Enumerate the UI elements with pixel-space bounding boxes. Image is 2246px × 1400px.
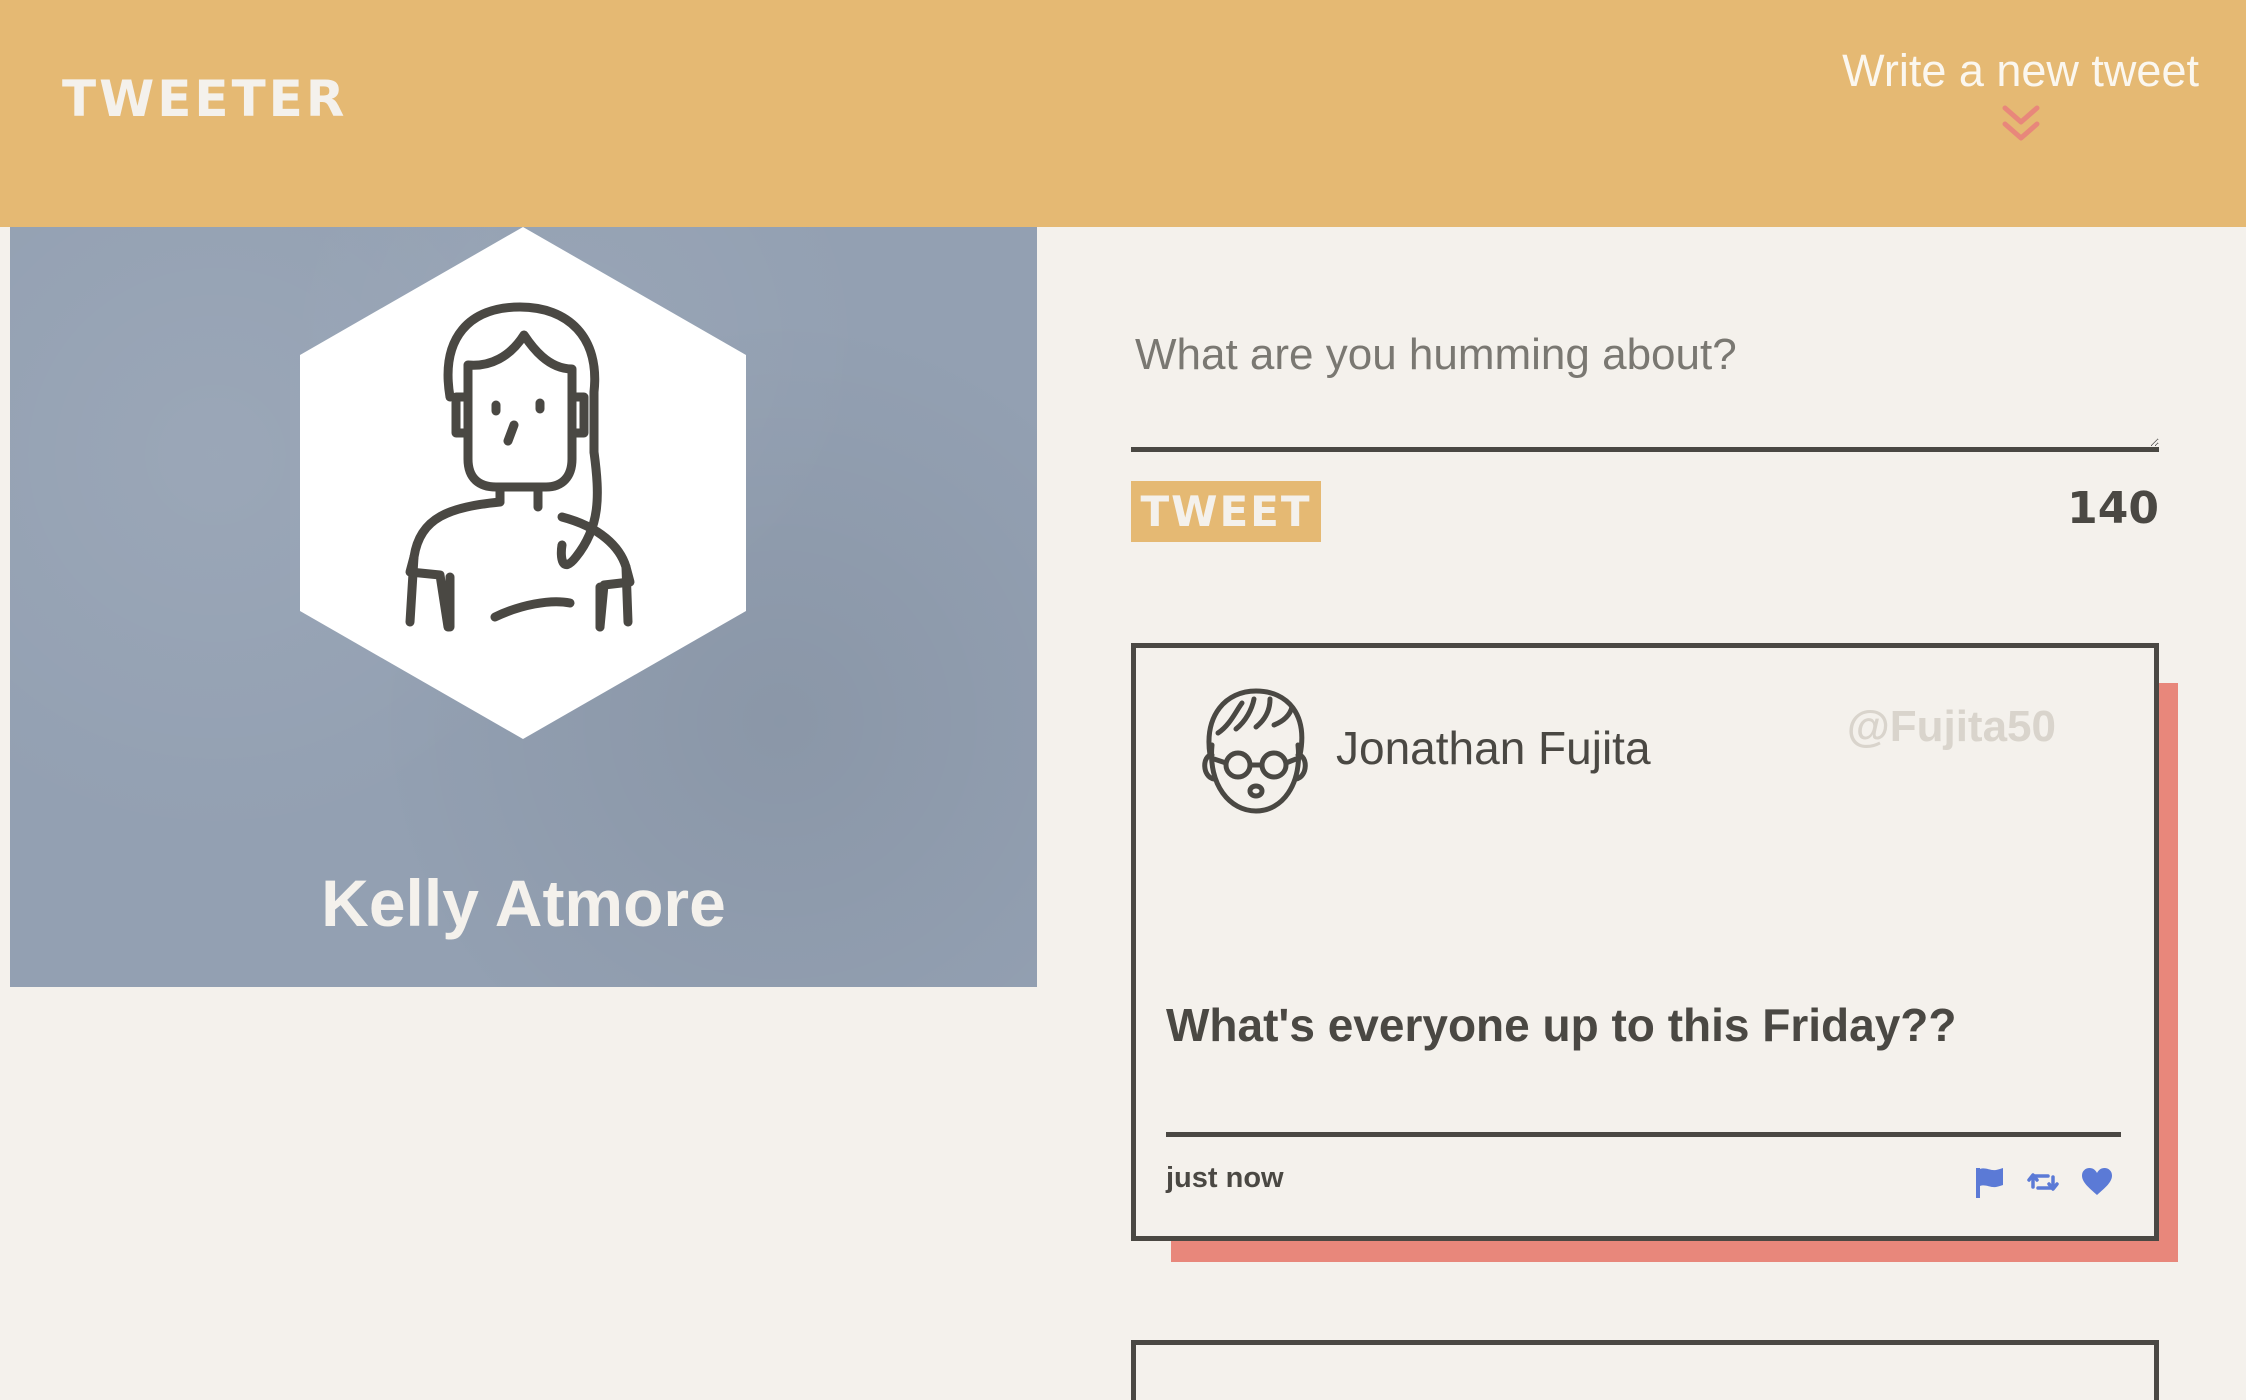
top-nav: TWEETER Write a new tweet: [0, 0, 2246, 227]
tweet-submit-button[interactable]: TWEET: [1131, 481, 1321, 542]
composer-footer: TWEET 140: [1131, 481, 2159, 561]
tweet-text-input[interactable]: [1131, 300, 2159, 452]
tweet-text: What's everyone up to this Friday??: [1166, 999, 1957, 1051]
write-new-tweet-label[interactable]: Write a new tweet: [1842, 44, 2199, 98]
double-chevron-down-icon[interactable]: [2001, 104, 2041, 148]
tweet-card: Jonathan Fujita @Fujita50 What's everyon…: [1131, 643, 2159, 1241]
next-tweet-card: [1131, 1340, 2159, 1400]
write-new-tweet-toggle[interactable]: Write a new tweet: [1842, 44, 2199, 148]
profile-card: Kelly Atmore: [10, 227, 1037, 987]
tweet-timestamp: just now: [1166, 1162, 1284, 1194]
retweet-icon[interactable]: [2026, 1165, 2060, 1199]
man-with-glasses-avatar-icon: [1202, 688, 1308, 814]
profile-name: Kelly Atmore: [321, 866, 726, 940]
tweet-author-name: Jonathan Fujita: [1336, 722, 1651, 774]
heart-icon[interactable]: [2080, 1165, 2114, 1199]
character-counter: 140: [2067, 483, 2159, 534]
profile-avatar: [300, 227, 746, 739]
app-logo[interactable]: TWEETER: [62, 74, 347, 124]
flag-icon[interactable]: [1972, 1165, 2006, 1199]
tweet-actions: [1972, 1165, 2114, 1199]
tweet-divider: [1166, 1132, 2121, 1137]
tweet-author-handle: @Fujita50: [1846, 702, 2056, 751]
tweet-composer: TWEET 140: [1131, 300, 2159, 561]
